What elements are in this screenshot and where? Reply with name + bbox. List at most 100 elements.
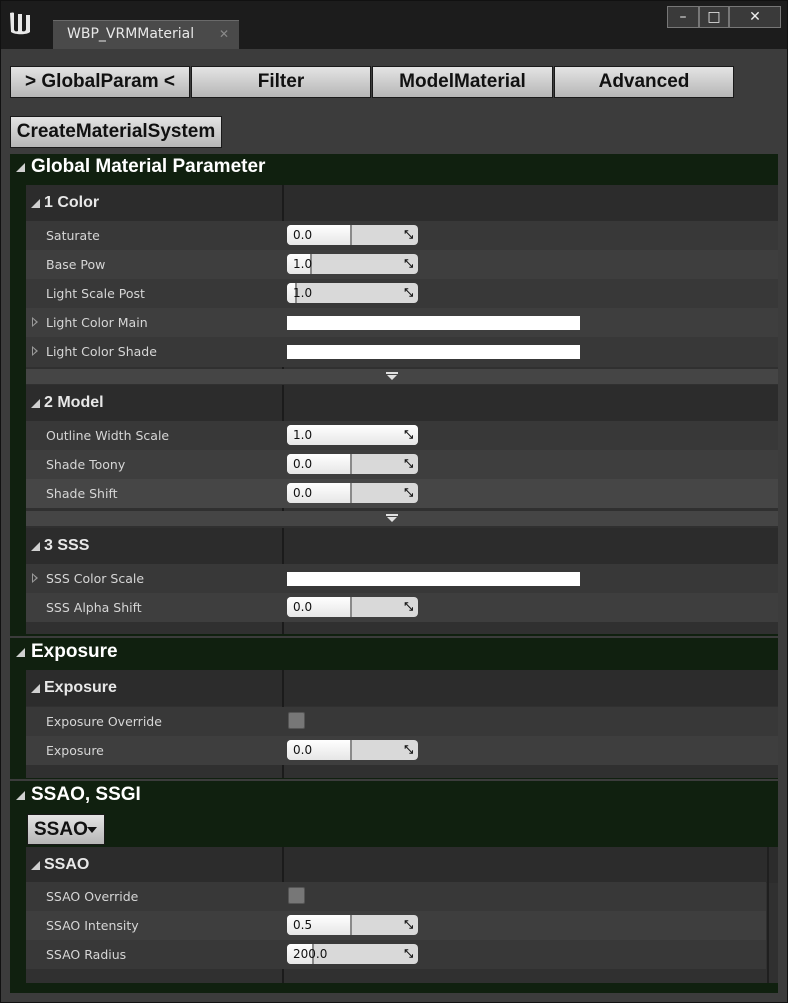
light-color-main-swatch[interactable] <box>287 316 580 330</box>
resize-arrows-icon: ⤡ <box>404 600 413 613</box>
base-pow-spinbox[interactable]: 1.0 ⤡ <box>287 254 418 274</box>
property-row-base-pow: Base Pow 1.0 ⤡ <box>26 250 778 279</box>
shade-shift-spinbox[interactable]: 0.0 ⤡ <box>287 483 418 503</box>
exposure-override-checkbox[interactable] <box>288 712 305 729</box>
resize-arrows-icon: ⤡ <box>404 918 413 931</box>
category-ssao-title: SSAO <box>44 856 90 873</box>
property-row-shade-shift: Shade Shift 0.0 ⤡ <box>26 479 778 508</box>
chevron-down-icon <box>386 514 398 522</box>
category-collapse-bar[interactable] <box>26 369 778 384</box>
maximize-button[interactable]: □ <box>699 6 729 28</box>
property-row-sss-color-scale: SSS Color Scale <box>26 564 778 593</box>
editor-window: WBP_VRMMaterial ✕ – □ ✕ > GlobalParam < … <box>0 0 788 1003</box>
collapse-triangle-icon <box>31 861 40 870</box>
create-material-system-button[interactable]: CreateMaterialSystem <box>10 116 222 148</box>
expand-arrow-icon[interactable] <box>32 346 38 356</box>
category-exposure-title: Exposure <box>44 679 117 696</box>
title-bar: WBP_VRMMaterial ✕ – □ ✕ <box>1 1 787 49</box>
nav-modelmaterial-button[interactable]: ModelMaterial <box>372 66 553 98</box>
property-label: Base Pow <box>46 257 106 272</box>
global-material-title: Global Material Parameter <box>31 156 266 177</box>
category-ssao: SSAO SSAO Override SSAO Intensity 0.5 ⤡ … <box>26 847 778 983</box>
sss-alpha-shift-spinbox[interactable]: 0.0 ⤡ <box>287 597 418 617</box>
property-label: Shade Toony <box>46 457 126 472</box>
sss-color-scale-swatch[interactable] <box>287 572 580 586</box>
category-color-title: 1 Color <box>44 194 100 211</box>
collapse-triangle-icon <box>31 399 40 408</box>
category-exposure-header[interactable]: Exposure <box>26 670 778 706</box>
category-sss: 3 SSS SSS Color Scale SSS Alpha Shift 0.… <box>26 528 778 634</box>
category-sss-header[interactable]: 3 SSS <box>26 528 778 564</box>
property-row-ssao-intensity: SSAO Intensity 0.5 ⤡ <box>26 911 766 940</box>
scrollbar-track[interactable] <box>767 847 769 983</box>
category-color-header[interactable]: 1 Color <box>26 185 778 221</box>
spinbox-value: 200.0 <box>293 947 328 961</box>
collapse-triangle-icon[interactable] <box>16 648 25 657</box>
resize-arrows-icon: ⤡ <box>404 486 413 499</box>
tab-close-icon[interactable]: ✕ <box>219 27 229 41</box>
minimize-button[interactable]: – <box>667 6 699 28</box>
property-row-saturate: Saturate 0.0 ⤡ <box>26 221 778 250</box>
property-label: Exposure <box>46 743 104 758</box>
caret-down-icon <box>87 827 97 833</box>
document-tab[interactable]: WBP_VRMMaterial ✕ <box>53 20 239 49</box>
expand-arrow-icon[interactable] <box>32 317 38 327</box>
category-sss-title: 3 SSS <box>44 537 90 554</box>
category-color: 1 Color Saturate 0.0 ⤡ Base Pow 1.0 ⤡ Li… <box>26 185 778 385</box>
category-model-title: 2 Model <box>44 394 104 411</box>
ssao-override-checkbox[interactable] <box>288 887 305 904</box>
outline-width-scale-spinbox[interactable]: 1.0 ⤡ <box>287 425 418 445</box>
property-label: Light Color Shade <box>46 344 157 359</box>
category-ssao-header[interactable]: SSAO <box>26 847 778 883</box>
resize-arrows-icon: ⤡ <box>404 286 413 299</box>
property-row-shade-toony: Shade Toony 0.0 ⤡ <box>26 450 778 479</box>
ssao-intensity-spinbox[interactable]: 0.5 ⤡ <box>287 915 418 935</box>
spinbox-value: 0.0 <box>293 486 313 500</box>
property-row-ssao-radius: SSAO Radius 200.0 ⤡ <box>26 940 766 969</box>
property-label: SSAO Override <box>46 889 139 904</box>
expand-arrow-icon[interactable] <box>32 573 38 583</box>
spinbox-value: 0.0 <box>293 228 313 242</box>
tab-title: WBP_VRMMaterial <box>67 26 195 42</box>
nav-filter-button[interactable]: Filter <box>191 66 371 98</box>
shade-toony-spinbox[interactable]: 0.0 ⤡ <box>287 454 418 474</box>
exposure-spinbox[interactable]: 0.0 ⤡ <box>287 740 418 760</box>
chevron-down-icon <box>386 372 398 380</box>
collapse-triangle-icon <box>31 199 40 208</box>
light-scale-post-spinbox[interactable]: 1.0 ⤡ <box>287 283 418 303</box>
property-row-sss-alpha-shift: SSS Alpha Shift 0.0 ⤡ <box>26 593 778 622</box>
nav-advanced-button[interactable]: Advanced <box>554 66 734 98</box>
resize-arrows-icon: ⤡ <box>404 257 413 270</box>
property-label: Shade Shift <box>46 486 118 501</box>
saturate-spinbox[interactable]: 0.0 ⤡ <box>287 225 418 245</box>
collapse-triangle-icon[interactable] <box>16 163 25 172</box>
exposure-section-title: Exposure <box>31 641 118 662</box>
property-row-light-color-main: Light Color Main <box>26 308 778 337</box>
resize-arrows-icon: ⤡ <box>404 743 413 756</box>
property-label: Outline Width Scale <box>46 428 170 443</box>
property-label: Saturate <box>46 228 100 243</box>
ssao-radius-spinbox[interactable]: 200.0 ⤡ <box>287 944 418 964</box>
close-button[interactable]: ✕ <box>729 6 781 28</box>
property-label: SSS Alpha Shift <box>46 600 142 615</box>
light-color-shade-swatch[interactable] <box>287 345 580 359</box>
spinbox-value: 0.0 <box>293 600 313 614</box>
category-collapse-bar[interactable] <box>26 511 778 526</box>
property-row-light-color-shade: Light Color Shade <box>26 337 778 367</box>
spinbox-value: 0.0 <box>293 457 313 471</box>
collapse-triangle-icon <box>31 684 40 693</box>
collapse-triangle-icon[interactable] <box>16 791 25 800</box>
dropdown-value: SSAO <box>34 819 88 840</box>
resize-arrows-icon: ⤡ <box>404 947 413 960</box>
ssao-mode-dropdown[interactable]: SSAO <box>27 814 105 845</box>
property-row-ssao-override: SSAO Override <box>26 882 766 911</box>
property-row-light-scale-post: Light Scale Post 1.0 ⤡ <box>26 279 778 308</box>
resize-arrows-icon: ⤡ <box>404 457 413 470</box>
ssao-ssgi-section-title: SSAO, SSGI <box>31 784 141 805</box>
property-row-outline-width-scale: Outline Width Scale 1.0 ⤡ <box>26 421 778 450</box>
property-label: Light Color Main <box>46 315 148 330</box>
nav-globalparam-button[interactable]: > GlobalParam < <box>10 66 190 98</box>
resize-arrows-icon: ⤡ <box>404 428 413 441</box>
spinbox-value: 1.0 <box>293 257 313 271</box>
category-model-header[interactable]: 2 Model <box>26 385 778 421</box>
